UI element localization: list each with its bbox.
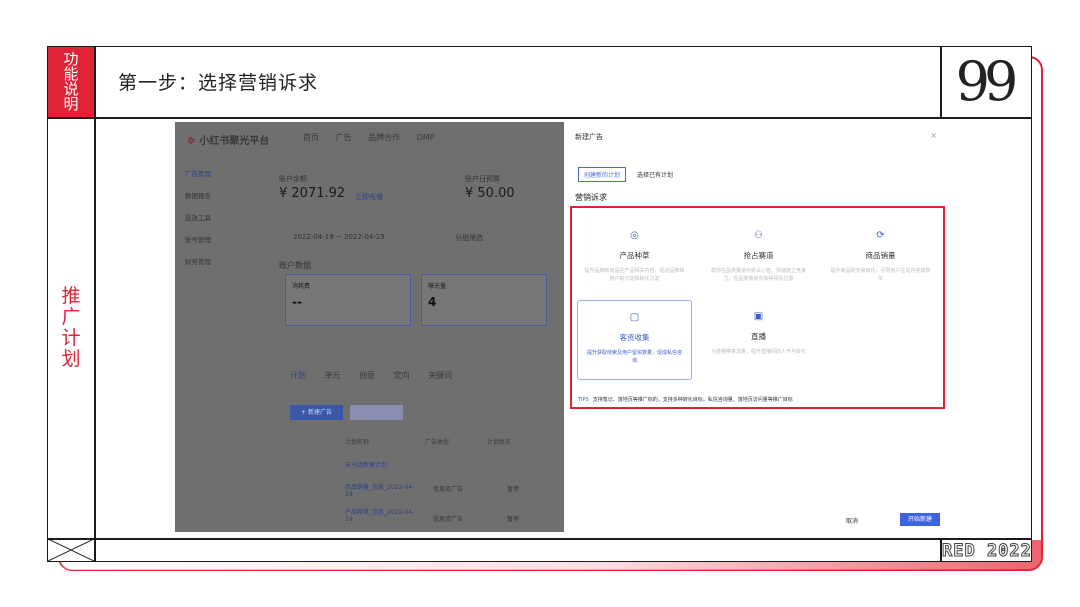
top-nav: 首页 广告 品牌合作 DMP — [303, 132, 449, 143]
brand-year: RED 2022 — [942, 541, 1032, 562]
table-row-type: 信息流广告 — [433, 486, 464, 493]
modal-title: 新建广告 — [575, 133, 603, 141]
slide: 功能说明 第一步：选择营销诉求 99 推广计划 RED 2022 ✲ 小红书聚光平… — [0, 0, 1080, 607]
option-name: 客资收集 — [619, 333, 650, 342]
overview-title: 账户数据 — [279, 261, 311, 270]
sidebar-item-finance[interactable]: 财务管理 — [185, 256, 265, 266]
table-row-status: 暂停 — [507, 486, 520, 493]
nav-home[interactable]: 首页 — [303, 133, 319, 142]
quote-divider — [940, 47, 942, 117]
option-desc: 提升商品的交易转化，引导用户在站内完成购买 — [830, 268, 931, 282]
option-desc: 为直播带来流量，提升直播间的人气与转化 — [710, 349, 806, 355]
page-title: 第一步：选择营销诉求 — [118, 72, 319, 94]
document-icon: ▢ — [629, 312, 640, 323]
new-ad-modal: 新建广告 × 创建新的计划 选择已有计划 营销诉求 ◎ 产品种草 提升品牌和商品… — [564, 122, 947, 532]
stat-card-impressions: 曝光量 4 — [421, 274, 547, 326]
option-desc: 提升品牌和商品在产品相关内容，促进品牌和用户的沉淀和转化沉淀 — [584, 268, 685, 282]
sidebar-item-ad-manage[interactable]: 广告管理 — [185, 168, 265, 178]
side-label-text: 推广计划 — [61, 285, 81, 370]
option-name: 直播 — [751, 332, 766, 341]
table-header: 计划名称 广告类型 计划状态 — [345, 437, 511, 446]
cross-icon — [48, 539, 94, 561]
option-desc: 帮你在品类赛道中抢占心智，快速建立竞争力，在品类赛道中获得领先位置 — [710, 268, 806, 282]
option-seeding[interactable]: ◎ 产品种草 提升品牌和商品在产品相关内容，促进品牌和用户的沉淀和转化沉淀 — [577, 219, 692, 299]
section-tag: 功能说明 — [48, 47, 94, 117]
section-tag-text: 功能说明 — [63, 50, 79, 113]
option-leads[interactable]: ▢ 客资收集 提升获取线索及用户留资数量，促成私信咨询 — [577, 300, 692, 380]
balance-value: ¥ 2071.92 — [279, 186, 346, 201]
plan-mode-tabs: 创建新的计划 选择已有计划 — [578, 167, 682, 182]
dimmed-backdrop: ✲ 小红书聚光平台 首页 广告 品牌合作 DMP 广告管理 数据报告 投放工具 账… — [175, 122, 564, 532]
tips: TIPS 支持笔记、落地页等推广标的，支持多种转化目标，私信咨询量、落地页访问量等… — [578, 396, 793, 403]
stat-card-cost: 消耗费 -- — [285, 274, 411, 326]
live-icon: ▣ — [753, 311, 764, 322]
section-title: 营销诉求 — [575, 193, 607, 202]
option-name: 产品种草 — [619, 251, 650, 260]
user-icon: ⚇ — [754, 230, 763, 241]
stat-label: 曝光量 — [428, 283, 447, 290]
vertical-divider — [94, 47, 96, 561]
nav-dmp[interactable]: DMP — [417, 133, 435, 142]
sidebar-item-account[interactable]: 账号管理 — [185, 234, 265, 244]
option-sales[interactable]: ⟳ 商品销量 提升商品的交易转化，引导用户在站内完成购买 — [823, 219, 938, 299]
tab-create-new-plan[interactable]: 创建新的计划 — [578, 167, 627, 182]
app-screenshot: ✲ 小红书聚光平台 首页 广告 品牌合作 DMP 广告管理 数据报告 投放工具 账… — [175, 122, 947, 532]
group-filter[interactable]: 分组筛选 — [455, 233, 483, 243]
close-icon[interactable]: × — [930, 131, 937, 140]
tab-select-existing-plan[interactable]: 选择已有计划 — [632, 168, 678, 181]
sidebar-item-tools[interactable]: 投放工具 — [185, 212, 265, 222]
tab-plan[interactable]: 计划 — [290, 371, 306, 380]
app-logo-text: 小红书聚光平台 — [199, 136, 270, 147]
tab-unit[interactable]: 单元 — [325, 371, 341, 380]
column-header: 计划名称 — [345, 439, 370, 446]
column-header: 广告类型 — [424, 439, 449, 446]
footer-divider — [48, 538, 1032, 540]
app-logo: ✲ 小红书聚光平台 — [187, 132, 269, 147]
stat-value: -- — [292, 295, 302, 309]
table-row-name[interactable]: 产品种草_信息_2022-04-19 — [345, 507, 415, 523]
date-range[interactable]: 2022-04-19 ~ 2022-04-19 — [293, 233, 385, 241]
nav-ads[interactable]: 广告 — [336, 133, 352, 142]
new-ad-button[interactable]: + 新建广告 — [290, 405, 343, 420]
quote-mark-icon: 99 — [955, 50, 1019, 113]
header-divider — [48, 117, 1032, 119]
bag-icon: ◎ — [630, 230, 639, 241]
nav-brand[interactable]: 品牌合作 — [368, 133, 400, 142]
tips-label: TIPS — [578, 397, 589, 403]
table-row-status: 暂停 — [507, 516, 520, 523]
cancel-button[interactable]: 取消 — [846, 516, 858, 525]
budget-label: 账户日预算 — [465, 175, 500, 183]
tab-targeting[interactable]: 定向 — [394, 371, 410, 380]
option-live[interactable]: ▣ 直播 为直播带来流量，提升直播间的人气与转化 — [701, 300, 816, 380]
option-name: 商品销量 — [865, 251, 896, 260]
tips-text: 支持笔记、落地页等推广标的，支持多种转化目标，私信咨询量、落地页访问量等推广目标 — [592, 397, 793, 403]
recharge-link[interactable]: 立即充值 — [355, 192, 383, 202]
table-row[interactable]: 未分组新建计划 — [345, 460, 387, 469]
tab-keyword[interactable]: 关键词 — [428, 371, 452, 380]
side-label: 推广计划 — [48, 118, 94, 538]
balance-label: 账户余额 — [279, 175, 307, 183]
option-track[interactable]: ⚇ 抢占赛道 帮你在品类赛道中抢占心智，快速建立竞争力，在品类赛道中获得领先位置 — [701, 219, 816, 299]
stat-value: 4 — [428, 295, 437, 309]
budget-value: ¥ 50.00 — [465, 186, 515, 201]
table-row-name[interactable]: 商品销量_信息_2022-04-19 — [345, 482, 415, 498]
stat-label: 消耗费 — [292, 283, 311, 290]
tab-creative[interactable]: 创意 — [359, 371, 375, 380]
sidebar-item-report[interactable]: 数据报告 — [185, 190, 265, 200]
start-button[interactable]: 开始新建 — [900, 513, 940, 526]
sidebar: 广告管理 数据报告 投放工具 账号管理 财务管理 — [185, 168, 265, 278]
list-tabs: 计划 单元 创意 定向 关键词 — [290, 370, 468, 381]
batch-button[interactable] — [350, 405, 403, 420]
option-name: 抢占赛道 — [743, 251, 774, 260]
option-desc: 提升获取线索及用户留资数量，促成私信咨询 — [586, 350, 682, 364]
column-header: 计划状态 — [486, 439, 511, 446]
table-row-type: 信息流广告 — [433, 516, 464, 523]
refresh-icon: ⟳ — [876, 230, 885, 241]
logo-icon: ✲ — [187, 136, 196, 147]
